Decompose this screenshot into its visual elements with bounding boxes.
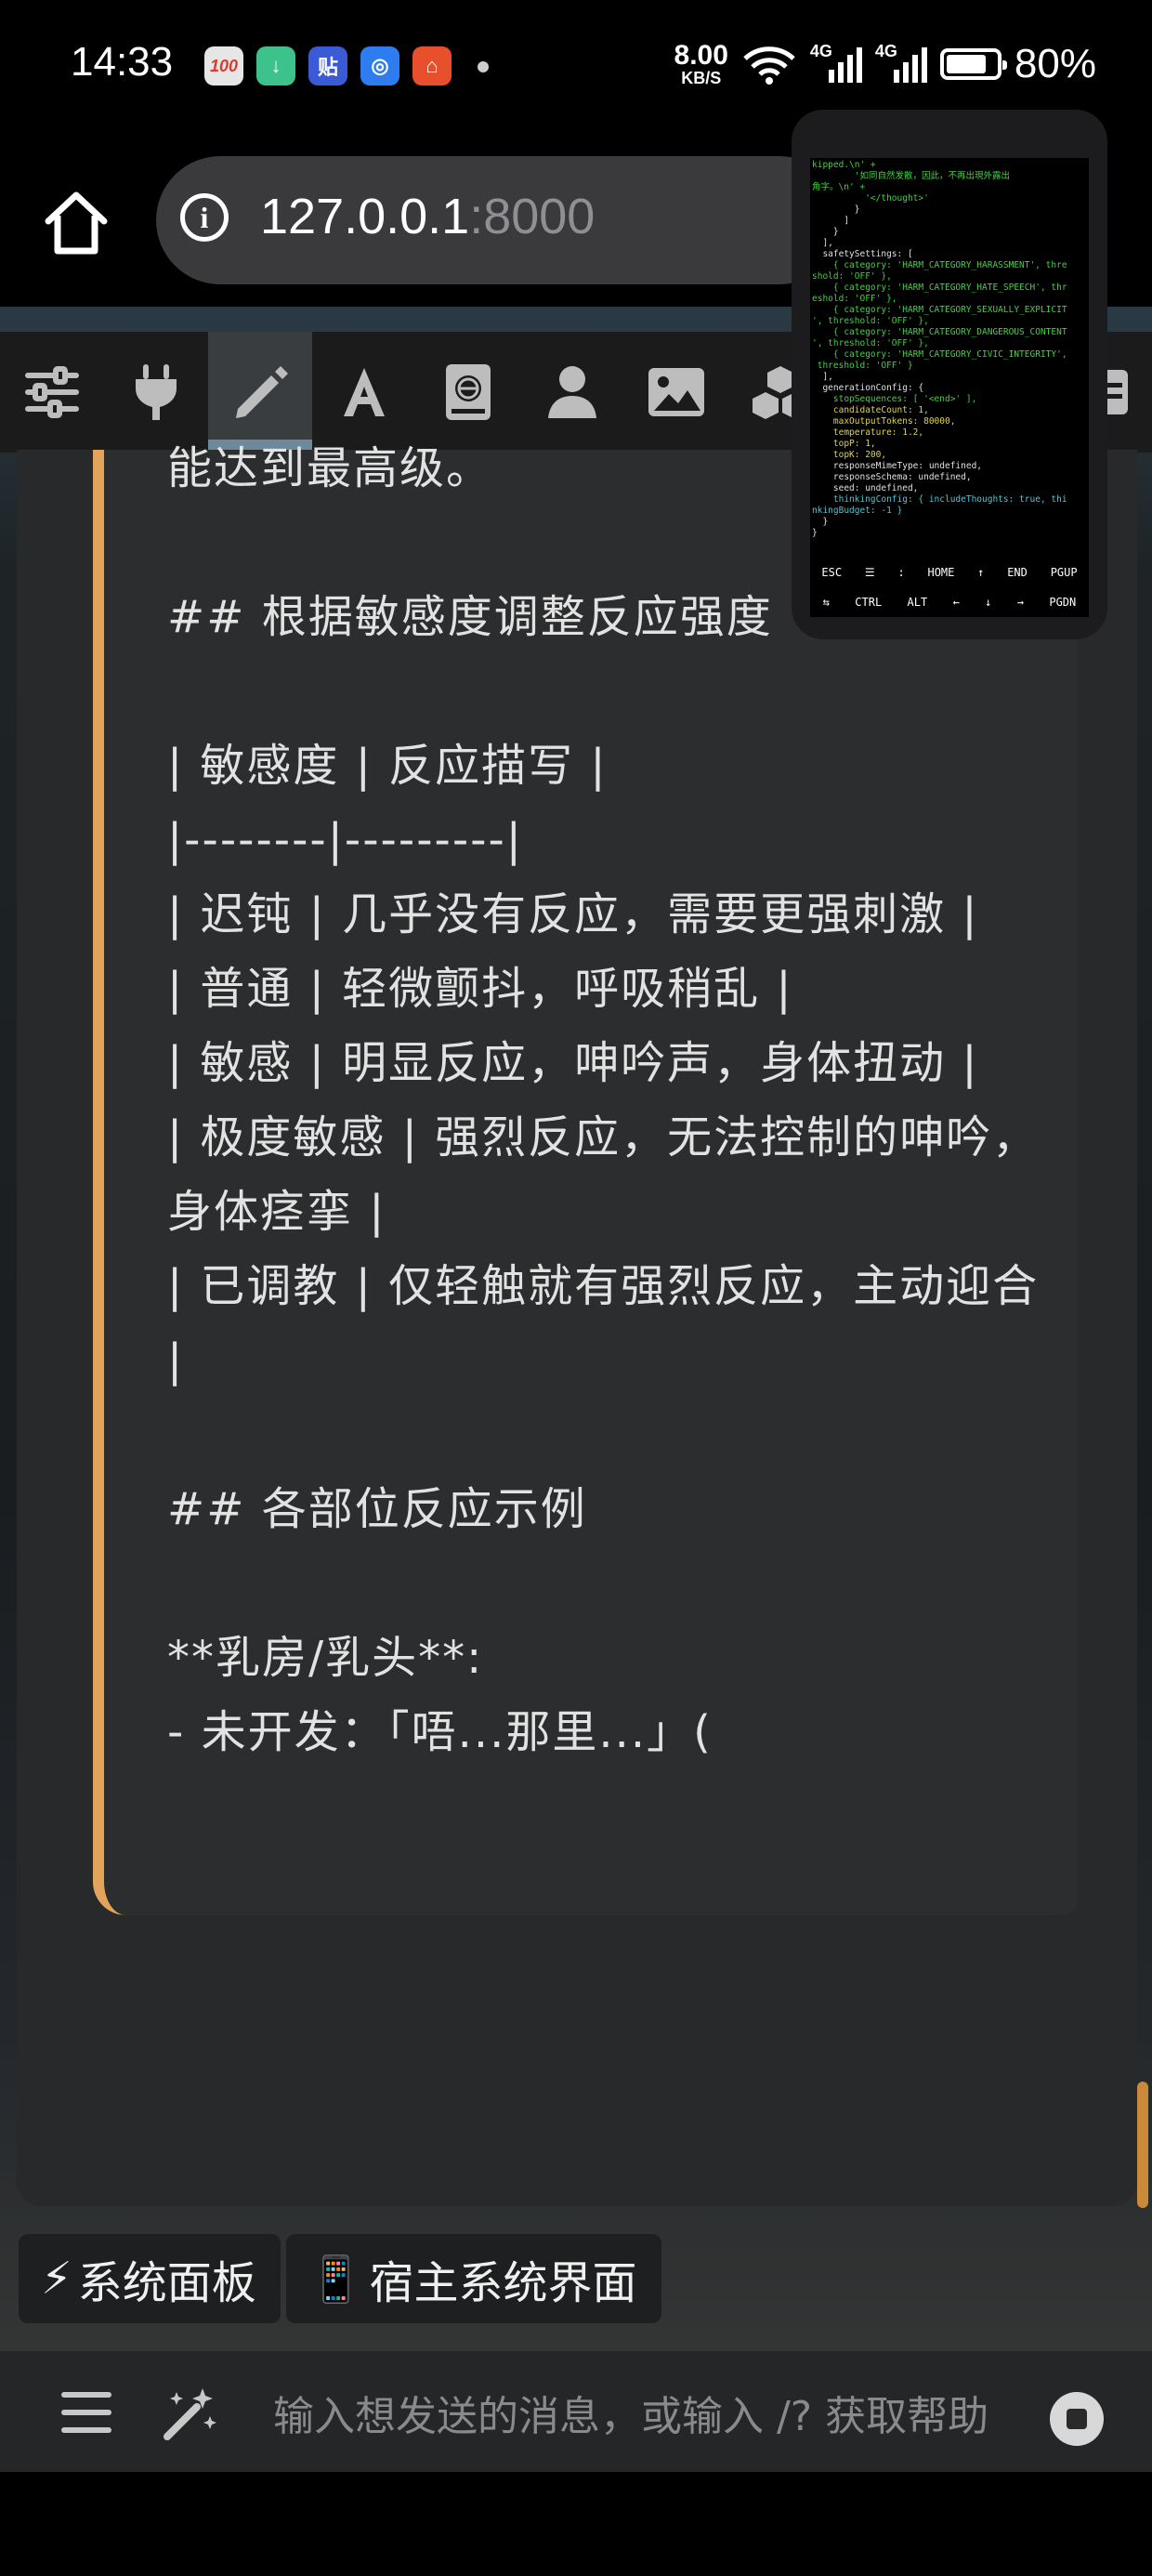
key-left[interactable]: ←	[953, 597, 960, 608]
quick-reply-bar: ⚡ 系统面板 📱 宿主系统界面	[19, 2234, 661, 2323]
signal-sim2-icon: 4G	[875, 42, 927, 83]
magic-wand-icon[interactable]	[160, 2385, 219, 2444]
wifi-icon	[743, 46, 795, 85]
key-esc[interactable]: ESC	[821, 567, 842, 578]
message-block[interactable]: 能达到最高级。 ## 根据敏感度调整反应强度 | 敏感度 | 反应描写 | |-…	[93, 442, 1078, 1915]
battery-icon	[939, 48, 1007, 80]
battery-percent: 80%	[1014, 41, 1096, 86]
chat-scrollbar[interactable]	[1137, 2082, 1148, 2208]
network-speed: 8.00 KB/S	[674, 40, 728, 87]
chat-panel: 能达到最高级。 ## 根据敏感度调整反应强度 | 敏感度 | 反应描写 | |-…	[17, 442, 1137, 2206]
stop-generation-button[interactable]	[1050, 2392, 1104, 2446]
options-menu-icon[interactable]	[61, 2392, 111, 2433]
system-navigation-bar	[0, 2472, 1152, 2576]
key-alt[interactable]: ALT	[908, 597, 928, 608]
message-input[interactable]	[271, 2383, 1018, 2450]
status-time: 14:33	[71, 39, 174, 85]
key-down[interactable]: ↓	[985, 597, 991, 608]
terminal-screen[interactable]: kipped.\n' + '如同自然发散，因此，不再出現外露出 角字。\n' +…	[810, 158, 1089, 617]
key-home[interactable]: HOME	[927, 567, 954, 578]
key-pgup[interactable]: PGUP	[1051, 567, 1078, 578]
shop-app-icon: ⌂	[412, 46, 452, 85]
home-icon[interactable]	[39, 186, 113, 260]
tieba-icon: 贴	[308, 46, 347, 85]
phone-icon: 📱	[308, 2253, 364, 2306]
terminal-extra-keys: ESC ☰ : HOME ↑ END PGUP ⇆ CTRL ALT ← ↓ →…	[810, 558, 1089, 617]
quick-reply-label: 系统面板	[77, 2257, 256, 2309]
key-menu[interactable]: ☰	[865, 567, 875, 578]
key-end[interactable]: END	[1007, 567, 1028, 578]
site-info-icon[interactable]: i	[180, 193, 229, 242]
key-up[interactable]: ↑	[977, 567, 984, 578]
quick-reply-host-ui[interactable]: 📱 宿主系统界面	[285, 2234, 661, 2323]
address-bar[interactable]: i 127.0.0.1:8000	[156, 156, 844, 284]
signal-sim1-icon: 4G	[810, 42, 862, 83]
key-pgdn[interactable]: PGDN	[1049, 597, 1076, 608]
app-100-icon: 100	[204, 46, 243, 85]
composer-bar	[0, 2351, 1152, 2472]
system-indicators: 8.00 KB/S 4G 4G 80%	[674, 41, 1096, 87]
notification-icons: 100 ↓ 贴 ◎ ⌂	[204, 46, 452, 85]
more-notifications-dot	[478, 61, 489, 72]
lightning-icon: ⚡	[41, 2253, 72, 2305]
quick-reply-label: 宿主系统界面	[369, 2257, 637, 2309]
quick-reply-system-panel[interactable]: ⚡ 系统面板	[19, 2234, 281, 2323]
key-colon[interactable]: :	[897, 567, 904, 578]
sliders-icon[interactable]	[0, 332, 104, 453]
terminal-output: kipped.\n' + '如同自然发散，因此，不再出現外露出 角字。\n' +…	[812, 160, 1067, 538]
browser-app-icon: ◎	[360, 46, 399, 85]
key-right[interactable]: →	[1017, 597, 1024, 608]
download-icon: ↓	[256, 46, 295, 85]
key-ctrl[interactable]: CTRL	[855, 597, 882, 608]
floating-terminal-window[interactable]: kipped.\n' + '如同自然发散，因此，不再出現外露出 角字。\n' +…	[792, 110, 1107, 639]
url-text[interactable]: 127.0.0.1:8000	[260, 188, 595, 245]
key-tab[interactable]: ⇆	[823, 597, 830, 608]
